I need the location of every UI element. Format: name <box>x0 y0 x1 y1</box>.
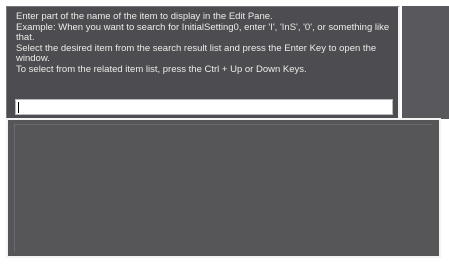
text-cursor <box>18 102 19 113</box>
side-panel <box>402 6 449 119</box>
instruction-line: Example: When you want to search for Ini… <box>16 21 390 44</box>
instruction-line: Enter part of the name of the item to di… <box>16 11 273 22</box>
instruction-line: Select the desired item from the search … <box>16 42 377 65</box>
instruction-line: To select from the related item list, pr… <box>16 63 307 75</box>
instructions-text: Enter part of the name of the item to di… <box>16 11 394 76</box>
results-list-area <box>14 124 432 252</box>
search-input[interactable] <box>15 99 393 115</box>
search-results-list[interactable] <box>6 118 441 258</box>
search-dialog: Enter part of the name of the item to di… <box>0 0 449 264</box>
bottom-margin <box>0 258 449 264</box>
